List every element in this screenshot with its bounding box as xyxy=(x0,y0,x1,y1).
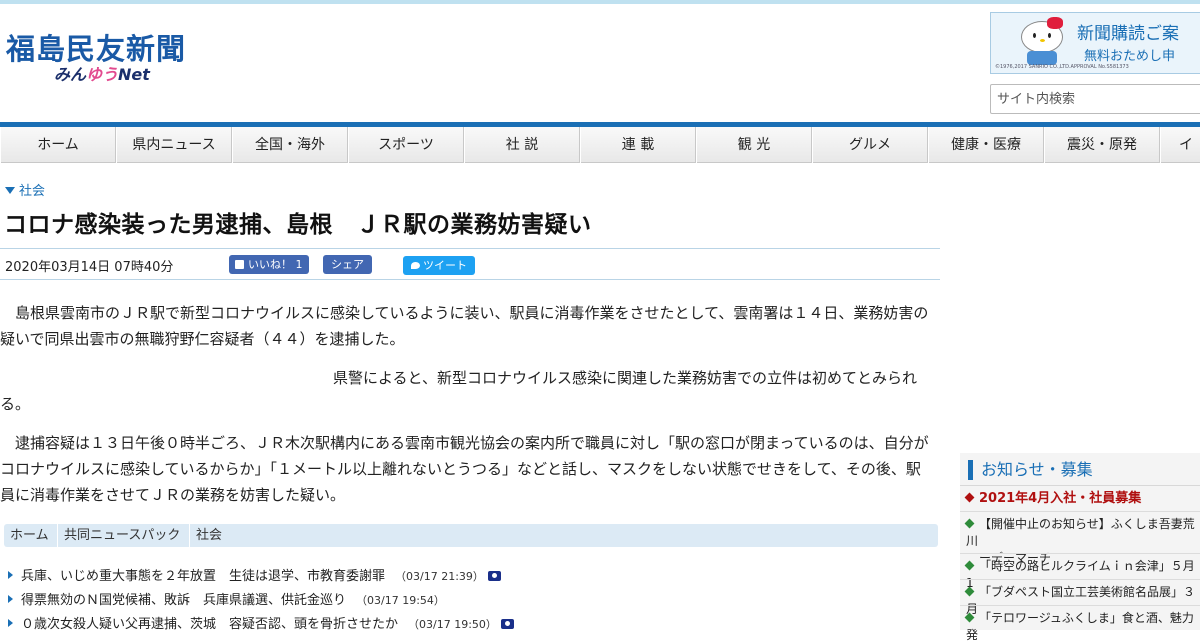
breadcrumb-home[interactable]: ホーム xyxy=(10,524,49,547)
nav-item-national[interactable]: 全国・海外 xyxy=(232,127,348,163)
nav-item-gourmet[interactable]: グルメ xyxy=(812,127,928,163)
breadcrumb-society[interactable]: 社会 xyxy=(196,524,222,547)
category-label[interactable]: 社会 xyxy=(5,180,45,199)
related-article[interactable]: ０歳次女殺人疑い父再逮捕、茨城 容疑否認、頭を骨折させたか （03/17 19:5… xyxy=(8,613,938,632)
camera-icon xyxy=(487,571,501,581)
arrow-right-icon xyxy=(8,571,13,579)
article-paragraph: 県警によると、新型コロナウイルス感染に関連した業務妨害での立件は初めてとみられる… xyxy=(0,369,917,413)
nav-item-home[interactable]: ホーム xyxy=(0,127,116,163)
related-date: （03/17 19:50） xyxy=(408,618,497,631)
sidebar-item[interactable]: 「テロワージュふくしま」食と酒、魅力発 xyxy=(964,610,1200,644)
arrow-right-icon xyxy=(8,619,13,627)
arrow-right-icon xyxy=(8,595,13,603)
sidebar-divider xyxy=(960,579,1200,580)
article-body: 島根県雲南市のＪＲ駅で新型コロナウイルスに感染しているように装い、駅員に消毒作業… xyxy=(0,300,935,521)
banner-copyright: ©1976,2017 SANRIO CO.,LTD.APPROVAL No.S5… xyxy=(995,64,1129,70)
article-paragraph: 逮捕容疑は１３日午後０時半ごろ、ＪＲ木次駅構内にある雲南市観光協会の案内所で職員… xyxy=(0,434,929,504)
hello-kitty-icon xyxy=(1017,15,1067,65)
sidebar-divider xyxy=(960,485,1200,486)
top-accent-bar xyxy=(0,0,1200,4)
tweet-button[interactable]: ツイート xyxy=(403,256,475,275)
facebook-share-button[interactable]: シェア xyxy=(323,255,372,274)
camera-icon xyxy=(500,619,514,629)
sidebar-divider xyxy=(960,605,1200,606)
diamond-icon xyxy=(964,518,975,529)
diamond-icon xyxy=(964,586,975,597)
nav-item-health[interactable]: 健康・医療 xyxy=(928,127,1044,163)
facebook-like-button[interactable]: いいね！ 1 xyxy=(229,255,309,274)
global-nav: ホーム 県内ニュース 全国・海外 スポーツ 社 説 連 載 観 光 グルメ 健康… xyxy=(0,122,1200,163)
diamond-icon xyxy=(964,560,975,571)
notice-sidebar: お知らせ・募集 2021年4月入社・社員募集 【開催中止のお知らせ】ふくしま吾妻… xyxy=(960,453,1200,642)
related-date: （03/17 19:54） xyxy=(356,594,445,607)
sidebar-divider xyxy=(960,553,1200,554)
nav-item-editorial[interactable]: 社 説 xyxy=(464,127,580,163)
nav-item-disaster[interactable]: 震災・原発 xyxy=(1044,127,1160,163)
diamond-icon xyxy=(964,492,975,503)
publish-date: 2020年03月14日 07時40分 xyxy=(5,260,174,275)
related-title: 兵庫、いじめ重大事態を２年放置 生徒は退学、市教育委謝罪 xyxy=(21,569,386,584)
breadcrumb-separator xyxy=(182,524,190,547)
logo-subtitle: みんゆうNet xyxy=(54,65,150,84)
article-paragraph: 島根県雲南市のＪＲ駅で新型コロナウイルスに感染しているように装い、駅員に消毒作業… xyxy=(0,304,929,348)
banner-line1: 新聞購読ご案 xyxy=(1077,24,1179,44)
related-article[interactable]: 得票無効のＮ国党候補、敗訴 兵庫県議選、供託金巡り （03/17 19:54） xyxy=(8,589,938,608)
breadcrumb-news-pack[interactable]: 共同ニュースパック xyxy=(64,524,180,547)
sidebar-divider xyxy=(960,511,1200,512)
site-search xyxy=(990,84,1200,114)
logo-title: 福島民友新聞 xyxy=(6,32,187,66)
sidebar-title: お知らせ・募集 xyxy=(968,460,1093,480)
nav-item-sports[interactable]: スポーツ xyxy=(348,127,464,163)
article-meta: 2020年03月14日 07時40分 いいね！ 1 シェア ツイート xyxy=(0,248,940,280)
nav-item-prefecture-news[interactable]: 県内ニュース xyxy=(116,127,232,163)
banner-line2: 無料おためし申 xyxy=(1084,49,1176,64)
article-headline: コロナ感染装った男逮捕、島根 ＪＲ駅の業務妨害疑い xyxy=(4,212,592,238)
nav-item-tourism[interactable]: 観 光 xyxy=(696,127,812,163)
breadcrumb-separator xyxy=(50,524,58,547)
related-date: （03/17 21:39） xyxy=(395,570,484,583)
twitter-bird-icon xyxy=(411,262,420,269)
breadcrumb: ホーム 共同ニュースパック 社会 xyxy=(4,524,938,547)
related-title: 得票無効のＮ国党候補、敗訴 兵庫県議選、供託金巡り xyxy=(21,593,347,608)
nav-item-series[interactable]: 連 載 xyxy=(580,127,696,163)
triangle-down-icon xyxy=(5,187,15,194)
thumbs-up-icon xyxy=(235,260,244,269)
subscription-banner[interactable]: ©1976,2017 SANRIO CO.,LTD.APPROVAL No.S5… xyxy=(990,12,1200,74)
search-input[interactable] xyxy=(991,85,1200,113)
related-article[interactable]: 兵庫、いじめ重大事態を２年放置 生徒は退学、市教育委謝罪 （03/17 21:39… xyxy=(8,565,938,584)
sidebar-item-recruit[interactable]: 2021年4月入社・社員募集 xyxy=(964,490,1200,507)
site-logo[interactable]: 福島民友新聞 みんゆうNet xyxy=(6,32,186,84)
nav-item-more[interactable]: イ xyxy=(1160,127,1200,163)
diamond-icon xyxy=(964,612,975,623)
